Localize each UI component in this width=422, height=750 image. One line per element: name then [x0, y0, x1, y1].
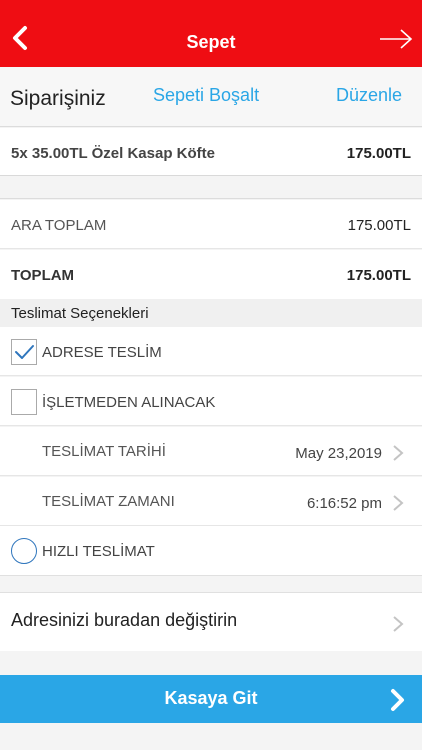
divider [0, 575, 422, 593]
total-label: TOPLAM [11, 267, 75, 284]
express-delivery-radio[interactable] [11, 538, 37, 564]
delivery-option-label: ADRESE TESLİM [42, 344, 162, 361]
delivery-option-label: İŞLETMEDEN ALINACAK [42, 394, 216, 411]
chevron-right-icon [393, 445, 404, 461]
clear-cart-button[interactable]: Sepeti Boşalt [153, 85, 259, 106]
delivery-time-label: TESLİMAT ZAMANI [42, 493, 175, 510]
pickup-checkbox[interactable] [11, 389, 37, 415]
chevron-right-icon [393, 495, 404, 511]
delivery-section-title: Teslimat Seçenekleri [11, 305, 149, 322]
change-address-row[interactable]: Adresinizi buradan değiştirin [0, 593, 422, 651]
order-title: Siparişiniz [10, 87, 106, 110]
delivery-option-address[interactable]: ADRESE TESLİM [0, 327, 422, 376]
arrow-right-icon[interactable] [378, 26, 414, 52]
delivery-time-row[interactable]: TESLİMAT ZAMANI 6:16:52 pm [0, 477, 422, 526]
express-delivery-label: HIZLI TESLİMAT [42, 543, 155, 560]
delivery-section-header: Teslimat Seçenekleri [0, 299, 422, 327]
cart-item-description: 5x 35.00TL Özel Kasap Köfte [11, 145, 215, 162]
change-address-label: Adresinizi buradan değiştirin [11, 610, 238, 630]
address-delivery-checkbox[interactable] [11, 339, 37, 365]
checkout-button[interactable]: Kasaya Git [0, 675, 422, 723]
subtotal-row: ARA TOPLAM 175.00TL [0, 200, 422, 249]
express-delivery-row[interactable]: HIZLI TESLİMAT [0, 526, 422, 575]
subtotal-value: 175.00TL [347, 217, 411, 234]
order-header: Siparişiniz Sepeti Boşalt Düzenle [0, 67, 422, 127]
cart-item-price: 175.00TL [346, 145, 411, 162]
checkmark-icon [15, 345, 34, 359]
delivery-date-value: May 23,2019 [295, 445, 382, 462]
checkout-label: Kasaya Git [164, 688, 258, 708]
divider [0, 177, 422, 199]
subtotal-label: ARA TOPLAM [11, 217, 107, 234]
navbar: Sepet [0, 0, 422, 67]
page-title: Sepet [186, 32, 236, 52]
total-row: TOPLAM 175.00TL [0, 250, 422, 299]
delivery-date-row[interactable]: TESLİMAT TARİHİ May 23,2019 [0, 427, 422, 476]
delivery-time-value: 6:16:52 pm [306, 495, 382, 512]
total-value: 175.00TL [346, 267, 411, 284]
delivery-option-pickup[interactable]: İŞLETMEDEN ALINACAK [0, 377, 422, 426]
delivery-date-label: TESLİMAT TARİHİ [42, 443, 166, 460]
cart-item: 5x 35.00TL Özel Kasap Köfte 175.00TL [0, 128, 422, 176]
chevron-right-icon [391, 689, 404, 711]
edit-button[interactable]: Düzenle [336, 85, 402, 106]
chevron-right-icon [393, 616, 404, 632]
